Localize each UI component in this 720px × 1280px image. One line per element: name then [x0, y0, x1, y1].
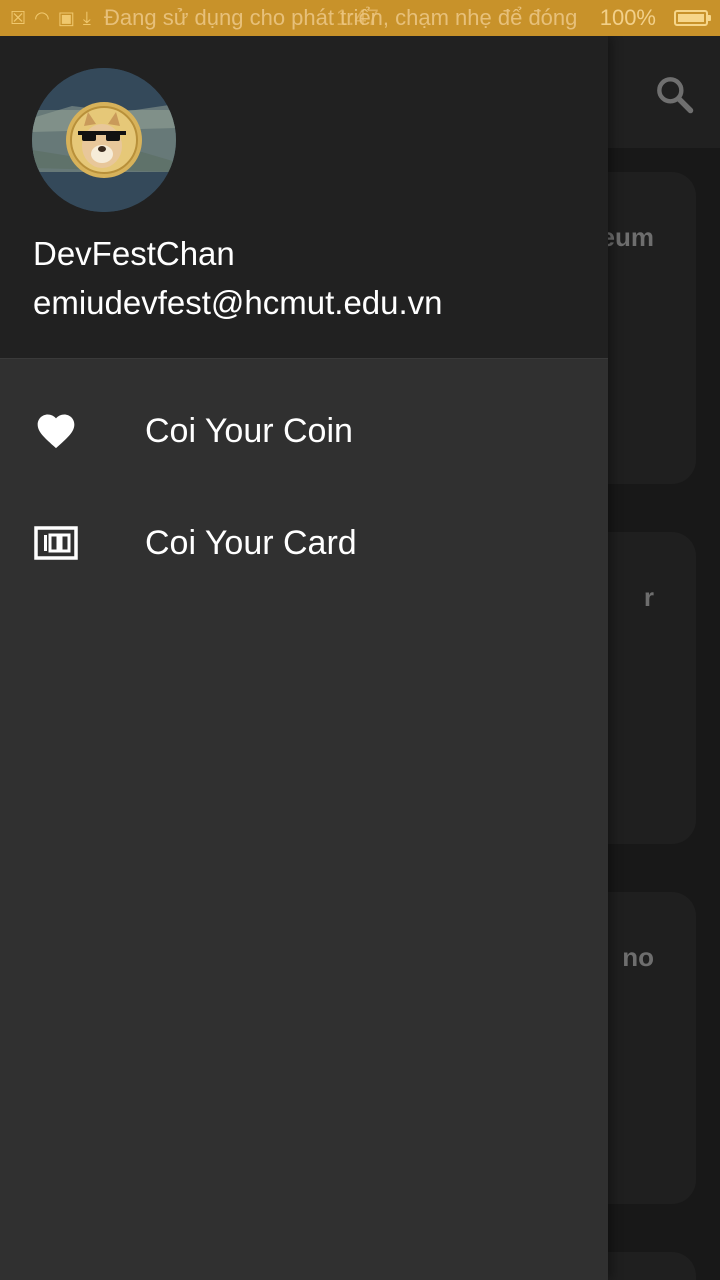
coin-card-title: no	[622, 942, 654, 972]
doge-avatar-icon	[32, 68, 176, 212]
drawer-menu: Coi Your Coin Coi Your Card	[0, 359, 608, 599]
user-avatar[interactable]	[32, 68, 176, 212]
menu-item-label: Coi Your Card	[145, 524, 357, 562]
menu-item-label: Coi Your Coin	[145, 412, 353, 450]
menu-item-coi-your-coin[interactable]: Coi Your Coin	[0, 375, 608, 487]
status-time: 1:47	[336, 5, 379, 30]
battery-percent: 100%	[599, 5, 656, 30]
search-icon	[657, 77, 694, 114]
status-notification-icons: ☒ ◠ ▣ ⤓	[10, 6, 91, 30]
wifi-icon: ◠	[34, 8, 50, 28]
status-bar: ☒ ◠ ▣ ⤓ Đang sử dụng cho phát triển, chạ…	[0, 0, 720, 36]
heart-icon	[37, 414, 75, 449]
coin-card-title: r	[643, 582, 654, 612]
app-screen: ☒ ◠ ▣ ⤓ Đang sử dụng cho phát triển, chạ…	[0, 0, 720, 1280]
user-name: DevFestChan	[33, 235, 235, 272]
navigation-drawer: DevFestChan emiudevfest@hcmut.edu.vn Coi…	[0, 36, 608, 1280]
coin-card-title: eum	[600, 222, 654, 252]
close-icon: ☒	[10, 8, 27, 28]
menu-item-coi-your-card[interactable]: Coi Your Card	[0, 487, 608, 599]
drawer-header: DevFestChan emiudevfest@hcmut.edu.vn	[0, 36, 608, 359]
battery-icon	[674, 10, 711, 26]
search-button[interactable]	[652, 72, 696, 116]
user-email: emiudevfest@hcmut.edu.vn	[33, 284, 443, 321]
download-icon: ⤓	[82, 8, 91, 28]
money-100-icon	[34, 526, 78, 560]
app-icon: ▣	[57, 8, 75, 28]
